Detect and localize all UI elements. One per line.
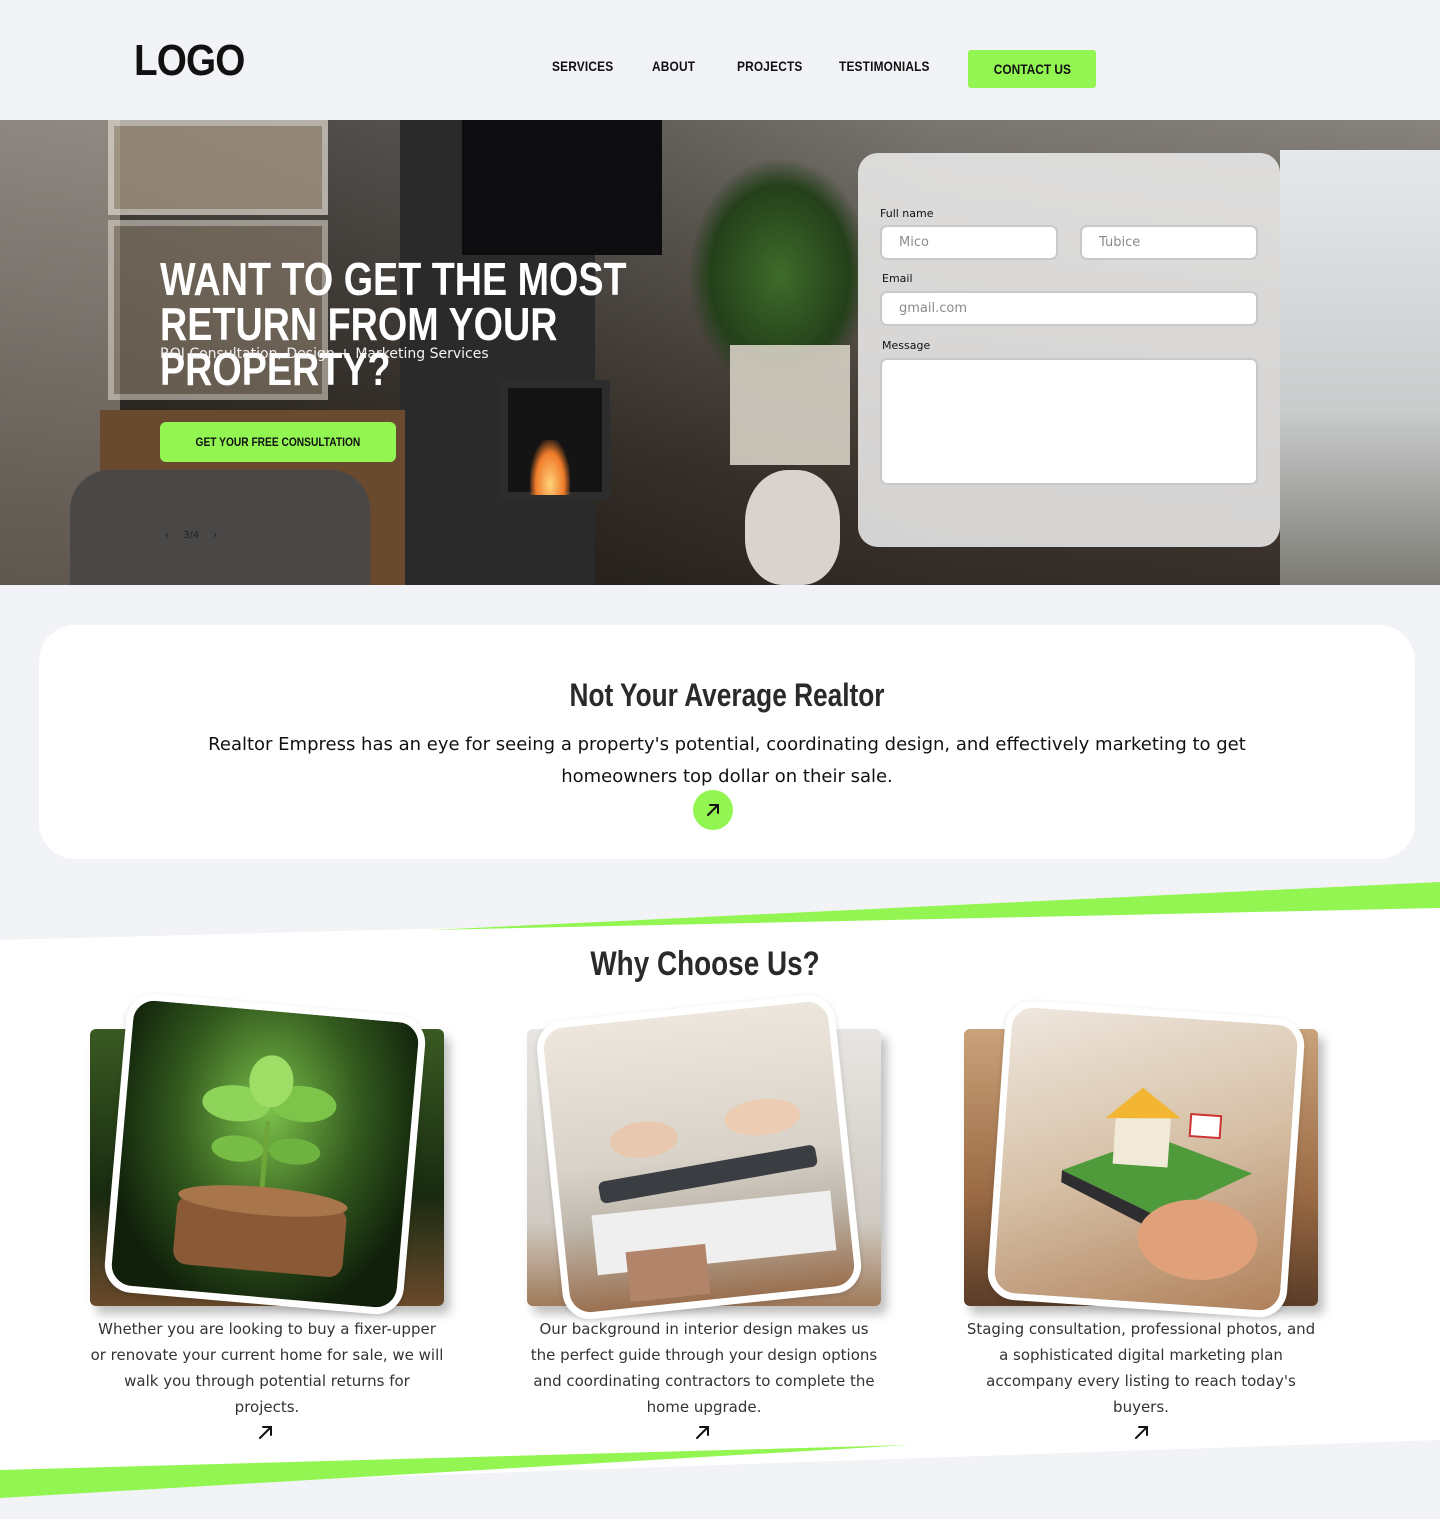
why-card-2-image <box>534 992 864 1322</box>
hero-subtitle: ROI Consultation, Design + Marketing Ser… <box>160 346 489 362</box>
hero-bg-artwork <box>108 120 328 215</box>
why-title: Why Choose Us? <box>590 945 820 983</box>
nav-testimonials[interactable]: TESTIMONIALS <box>839 58 930 74</box>
free-consultation-label: GET YOUR FREE CONSULTATION <box>195 435 361 449</box>
about-arrow-button[interactable] <box>693 790 733 830</box>
why-card-2-text: Our background in interior design makes … <box>530 1320 878 1416</box>
hero-bg-lampshade <box>730 345 850 465</box>
chevron-right-icon[interactable]: › <box>213 530 217 541</box>
chevron-left-icon[interactable]: ‹ <box>165 530 169 541</box>
hero-bg-window <box>1280 150 1440 585</box>
message-textarea[interactable] <box>880 358 1258 485</box>
fullname-label: Full name <box>880 207 934 220</box>
logo[interactable]: LOGO <box>134 36 245 86</box>
about-text: Realtor Empress has an eye for seeing a … <box>208 734 1246 787</box>
hero-bg-flame <box>530 440 570 495</box>
why-card-3-image <box>985 998 1307 1320</box>
hero-title: WANT TO GET THE MOST RETURN FROM YOUR PR… <box>160 253 627 395</box>
why-card-1-image <box>102 991 428 1317</box>
nav-about[interactable]: ABOUT <box>652 58 695 74</box>
hero-bg-tv <box>462 120 662 255</box>
why-card-1-text: Whether you are looking to buy a fixer-u… <box>90 1320 444 1416</box>
last-name-input[interactable]: Tubice <box>1080 225 1258 260</box>
why-card-2 <box>527 992 881 1322</box>
why-card-3 <box>964 998 1318 1320</box>
nav-projects[interactable]: PROJECTS <box>737 58 803 74</box>
free-consultation-button[interactable]: GET YOUR FREE CONSULTATION <box>160 422 396 462</box>
site-header: LOGO SERVICES ABOUT PROJECTS TESTIMONIAL… <box>0 0 1440 120</box>
nav-services[interactable]: SERVICES <box>552 58 613 74</box>
slider-controls: ‹ 3/4 › <box>165 530 217 541</box>
about-card: Not Your Average Realtor Realtor Empress… <box>39 625 1415 859</box>
contact-us-button[interactable]: CONTACT US <box>968 50 1096 88</box>
arrow-up-right-icon[interactable] <box>256 1422 276 1442</box>
arrow-up-right-icon <box>707 804 719 816</box>
first-name-input[interactable]: Mico <box>880 225 1058 260</box>
arrow-up-right-icon[interactable] <box>1132 1422 1152 1442</box>
hero-bg-chair <box>70 470 370 585</box>
arrow-up-right-icon[interactable] <box>693 1422 713 1442</box>
why-card-1 <box>90 991 444 1317</box>
hero-bg-lamp <box>745 470 840 585</box>
why-section: Why Choose Us? Whether you are looking t… <box>0 880 1440 1500</box>
design-hands-icon <box>591 1098 837 1302</box>
about-title: Not Your Average Realtor <box>569 677 885 713</box>
plant-coins-icon <box>173 1055 348 1277</box>
slide-indicator: 3/4 <box>183 530 200 541</box>
contact-form: Full name Mico Tubice Email gmail.com Me… <box>858 153 1280 547</box>
email-label: Email <box>882 272 913 285</box>
email-input[interactable]: gmail.com <box>880 291 1258 326</box>
house-phone-icon <box>1061 1087 1258 1280</box>
contact-us-label: CONTACT US <box>993 61 1071 77</box>
why-card-3-text: Staging consultation, professional photo… <box>966 1320 1316 1416</box>
message-label: Message <box>882 339 931 352</box>
